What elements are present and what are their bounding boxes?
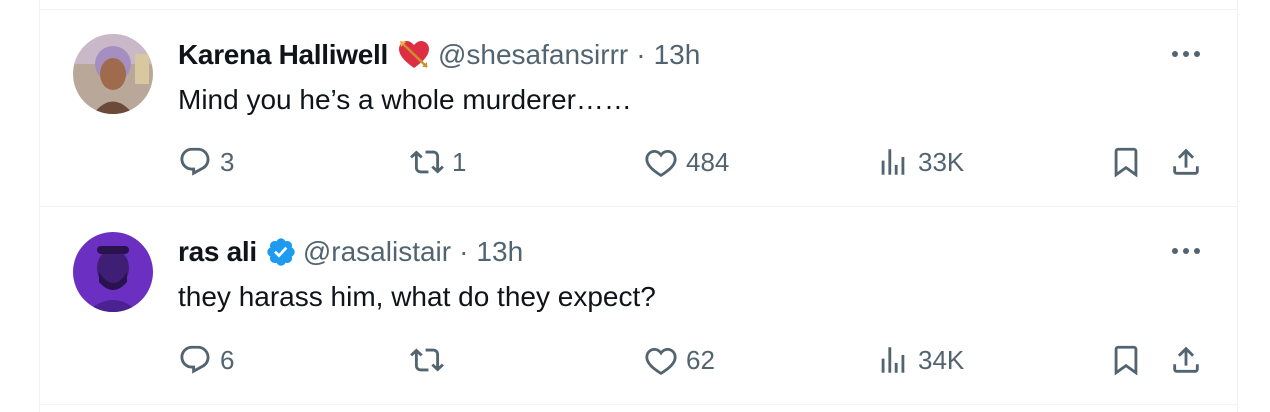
bookmark-icon	[1114, 345, 1138, 376]
user-handle[interactable]: @rasalistair	[303, 236, 451, 268]
heart-icon	[645, 347, 677, 376]
bookmark-button[interactable]	[1108, 142, 1144, 182]
share-button[interactable]	[1168, 142, 1204, 182]
repost-button[interactable]	[410, 340, 452, 380]
views-button[interactable]: 33K	[876, 142, 964, 182]
tweet-text: Mind you he’s a whole murderer……	[178, 84, 632, 115]
divider	[40, 404, 1237, 405]
timestamp[interactable]: 13h	[476, 236, 523, 268]
reply-count: 6	[220, 344, 235, 375]
avatar[interactable]	[73, 232, 153, 312]
view-count: 33K	[918, 146, 965, 177]
repost-icon	[410, 348, 444, 372]
share-icon	[1173, 148, 1199, 175]
views-icon	[881, 149, 905, 175]
repost-count: 1	[452, 146, 467, 177]
tweet-header: Karena Halliwell @shesafansirrr · 13h	[178, 35, 700, 75]
more-icon	[1172, 51, 1200, 57]
share-icon	[1173, 346, 1199, 373]
verified-icon	[265, 236, 297, 268]
repost-button[interactable]: 1	[410, 142, 466, 182]
display-name[interactable]: Karena Halliwell	[178, 39, 388, 71]
more-icon	[1172, 248, 1200, 254]
views-button[interactable]: 34K	[876, 340, 964, 380]
reply-count: 3	[220, 146, 235, 177]
view-count: 34K	[918, 344, 965, 375]
like-count: 62	[686, 344, 715, 375]
tweet[interactable]: Karena Halliwell @shesafansirrr · 13h Mi…	[40, 10, 1237, 207]
separator-dot: ·	[636, 39, 646, 70]
timeline: Karena Halliwell @shesafansirrr · 13h Mi…	[39, 0, 1238, 412]
repost-icon	[410, 150, 444, 174]
more-options-button[interactable]	[1171, 231, 1201, 271]
bookmark-icon	[1114, 147, 1138, 178]
bookmark-button[interactable]	[1108, 340, 1144, 380]
like-count: 484	[686, 146, 730, 177]
timestamp[interactable]: 13h	[654, 39, 701, 71]
reply-icon	[180, 147, 210, 176]
share-button[interactable]	[1168, 340, 1204, 380]
avatar[interactable]	[73, 34, 153, 114]
tweet-text: they harass him, what do they expect?	[178, 281, 656, 312]
views-icon	[881, 347, 905, 373]
reply-button[interactable]: 6	[178, 340, 234, 380]
like-button[interactable]: 62	[644, 340, 715, 380]
more-options-button[interactable]	[1171, 34, 1201, 74]
like-button[interactable]: 484	[644, 142, 729, 182]
display-name[interactable]: ras ali	[178, 236, 257, 268]
tweet-header: ras ali @rasalistair · 13h	[178, 232, 523, 272]
reply-button[interactable]: 3	[178, 142, 234, 182]
separator-dot: ·	[459, 236, 469, 267]
tweet[interactable]: ras ali @rasalistair · 13h they harass h…	[40, 207, 1237, 405]
user-handle[interactable]: @shesafansirrr	[438, 39, 628, 71]
heart-arrow-icon	[396, 37, 432, 73]
reply-icon	[180, 345, 210, 374]
heart-icon	[645, 149, 677, 178]
